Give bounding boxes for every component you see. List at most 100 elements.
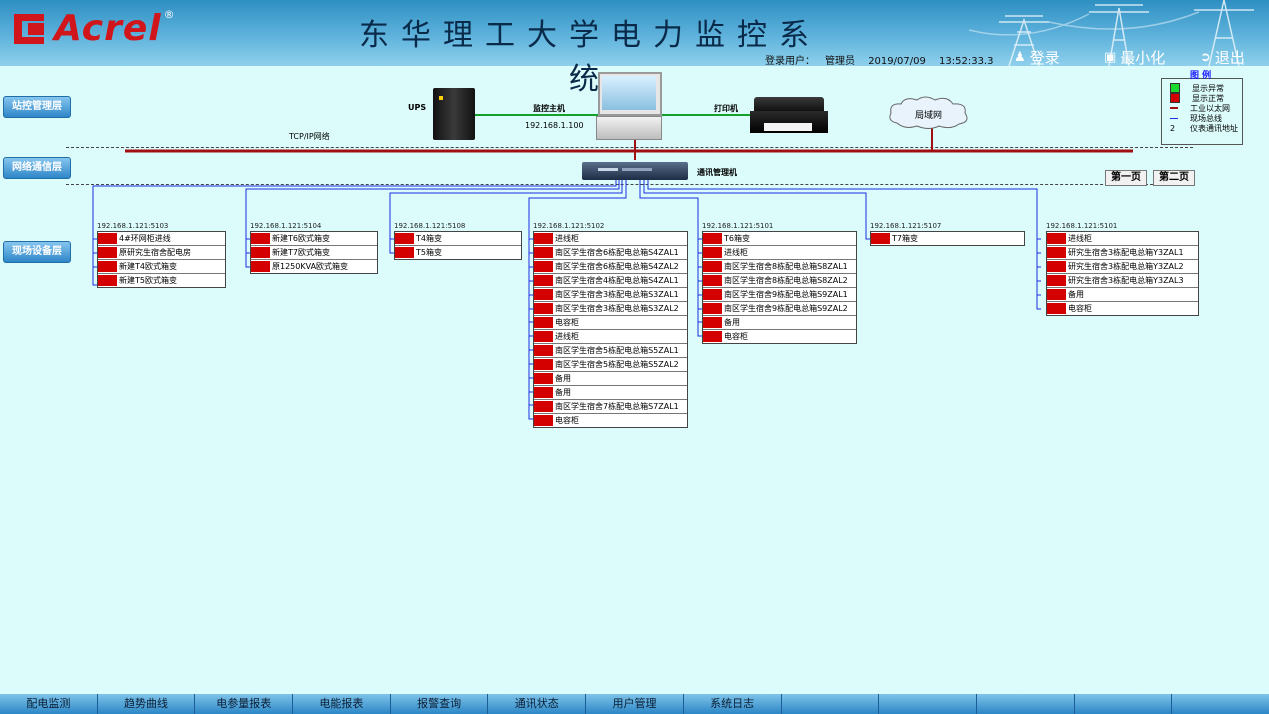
device-row[interactable]: 111 备用 (1047, 288, 1198, 302)
device-address: 80 (534, 233, 553, 244)
device-row[interactable]: 99 南区学生宿舍8栋配电总箱S8ZAL1 (703, 260, 856, 274)
device-row[interactable]: 93 南区学生宿舍7栋配电总箱S7ZAL1 (534, 400, 687, 414)
tab-parameter-report[interactable]: 电参量报表 (195, 694, 294, 714)
device-name: T4箱变 (416, 234, 442, 243)
device-address: 107 (1047, 233, 1066, 244)
device-group-5108: 78 T4箱变 79 T5箱变 (394, 231, 522, 260)
device-name: 备用 (555, 374, 571, 383)
device-name: 南区学生宿舍6栋配电总箱S4ZAL2 (555, 262, 679, 271)
tab-user-management[interactable]: 用户管理 (586, 694, 684, 714)
device-row[interactable]: 80 进线柜 (534, 232, 687, 246)
tab-trend-curve[interactable]: 趋势曲线 (98, 694, 196, 714)
device-name: 南区学生宿舍8栋配电总箱S8ZAL2 (724, 276, 848, 285)
device-name: 进线柜 (1068, 234, 1092, 243)
device-name: 备用 (555, 388, 571, 397)
device-row[interactable]: 94 电容柜 (534, 414, 687, 427)
legend-fieldbus: 现场总线 (1170, 113, 1242, 123)
device-row[interactable]: 85 南区学生宿舍3栋配电总箱S3ZAL2 (534, 302, 687, 316)
device-row[interactable]: 104 电容柜 (703, 330, 856, 343)
device-row[interactable]: 75 新建T6欧式箱变 (251, 232, 377, 246)
device-row[interactable]: 71 4#环网柜进线 (98, 232, 225, 246)
device-row[interactable]: 98 进线柜 (703, 246, 856, 260)
device-name: 研究生宿舍3栋配电总箱Y3ZAL3 (1068, 276, 1184, 285)
device-address: 72 (98, 247, 117, 258)
device-row[interactable]: 79 T5箱变 (395, 246, 521, 259)
device-row[interactable]: 105 T7箱变 (871, 232, 1024, 245)
ups-device-icon (433, 88, 475, 140)
tab-system-log[interactable]: 系统日志 (684, 694, 782, 714)
device-row[interactable]: 73 新建T4欧式箱变 (98, 260, 225, 274)
device-name: 电容柜 (724, 332, 748, 341)
device-row[interactable]: 76 新建T7欧式箱变 (251, 246, 377, 260)
device-row[interactable]: 91 备用 (534, 372, 687, 386)
device-group-ip: 192.168.1.121:5103 (97, 222, 169, 230)
legend: 图 例 显示异常 显示正常 工业以太网 现场总线 2 仪表通讯地址 (1161, 71, 1243, 145)
printer-icon (750, 97, 828, 135)
device-row[interactable]: 107 进线柜 (1047, 232, 1198, 246)
device-address: 71 (98, 233, 117, 244)
device-name: 南区学生宿舍4栋配电总箱S4ZAL1 (555, 276, 679, 285)
device-row[interactable]: 88 进线柜 (534, 330, 687, 344)
device-row[interactable]: 110 研究生宿舍3栋配电总箱Y3ZAL3 (1047, 274, 1198, 288)
device-name: 进线柜 (724, 248, 748, 257)
device-row[interactable]: 92 备用 (534, 386, 687, 400)
host-label: 监控主机 (533, 104, 565, 113)
device-row[interactable]: 77 原1250KVA欧式箱变 (251, 260, 377, 273)
device-name: 备用 (724, 318, 740, 327)
device-address: 103 (703, 317, 722, 328)
device-row[interactable]: 102 南区学生宿舍9栋配电总箱S9ZAL2 (703, 302, 856, 316)
device-row[interactable]: 87 电容柜 (534, 316, 687, 330)
device-row[interactable]: 100 南区学生宿舍8栋配电总箱S8ZAL2 (703, 274, 856, 288)
device-row[interactable]: 112 电容柜 (1047, 302, 1198, 315)
device-name: 电容柜 (1068, 304, 1092, 313)
device-address: 100 (703, 275, 722, 286)
tab-empty (1075, 694, 1173, 714)
device-address: 85 (534, 303, 553, 314)
device-address: 90 (534, 359, 553, 370)
device-row[interactable]: 78 T4箱变 (395, 232, 521, 246)
bottom-nav: 配电监测 趋势曲线 电参量报表 电能报表 报警查询 通讯状态 用户管理 系统日志 (0, 694, 1269, 714)
device-address: 79 (395, 247, 414, 258)
device-address: 108 (1047, 247, 1066, 258)
monitor-host-icon[interactable] (596, 72, 662, 140)
device-row[interactable]: 108 研究生宿舍3栋配电总箱Y3ZAL1 (1047, 246, 1198, 260)
device-address: 76 (251, 247, 270, 258)
device-row[interactable]: 97 T6箱变 (703, 232, 856, 246)
device-row[interactable]: 83 南区学生宿舍4栋配电总箱S4ZAL1 (534, 274, 687, 288)
device-name: 南区学生宿舍5栋配电总箱S5ZAL1 (555, 346, 679, 355)
device-row[interactable]: 82 南区学生宿舍6栋配电总箱S4ZAL2 (534, 260, 687, 274)
tab-power-monitor[interactable]: 配电监测 (0, 694, 98, 714)
device-address: 94 (534, 415, 553, 426)
device-address: 97 (703, 233, 722, 244)
device-row[interactable]: 101 南区学生宿舍9栋配电总箱S9ZAL1 (703, 288, 856, 302)
device-row[interactable]: 109 研究生宿舍3栋配电总箱Y3ZAL2 (1047, 260, 1198, 274)
device-row[interactable]: 103 备用 (703, 316, 856, 330)
lan-label: 局域网 (915, 111, 943, 121)
device-row[interactable]: 74 新建T5欧式箱变 (98, 274, 225, 287)
device-address: 93 (534, 401, 553, 412)
device-name: 南区学生宿舍5栋配电总箱S5ZAL2 (555, 360, 679, 369)
device-row[interactable]: 89 南区学生宿舍5栋配电总箱S5ZAL1 (534, 344, 687, 358)
legend-abnormal-swatch-icon (1170, 83, 1180, 93)
device-name: 原1250KVA欧式箱变 (272, 262, 349, 271)
device-name: T5箱变 (416, 248, 442, 257)
device-name: 新建T6欧式箱变 (272, 234, 330, 243)
device-address: 111 (1047, 289, 1066, 300)
tab-comm-status[interactable]: 通讯状态 (488, 694, 587, 714)
page-first-button[interactable]: 第一页 (1105, 170, 1147, 186)
device-row[interactable]: 81 南区学生宿舍6栋配电总箱S4ZAL1 (534, 246, 687, 260)
device-group-ip: 192.168.1.121:5104 (250, 222, 322, 230)
tab-energy-report[interactable]: 电能报表 (293, 694, 391, 714)
device-address: 104 (703, 331, 722, 342)
device-row[interactable]: 72 原研究生宿舍配电房 (98, 246, 225, 260)
tab-alarm-query[interactable]: 报警查询 (391, 694, 489, 714)
device-group-5107: 105 T7箱变 (870, 231, 1025, 246)
device-row[interactable]: 84 南区学生宿舍3栋配电总箱S3ZAL1 (534, 288, 687, 302)
legend-address-number: 2 (1170, 123, 1176, 133)
page-second-button[interactable]: 第二页 (1153, 170, 1195, 186)
device-row[interactable]: 90 南区学生宿舍5栋配电总箱S5ZAL2 (534, 358, 687, 372)
device-address: 91 (534, 373, 553, 384)
device-address: 74 (98, 275, 117, 286)
device-name: 南区学生宿舍9栋配电总箱S9ZAL1 (724, 290, 848, 299)
device-name: 南区学生宿舍7栋配电总箱S7ZAL1 (555, 402, 679, 411)
